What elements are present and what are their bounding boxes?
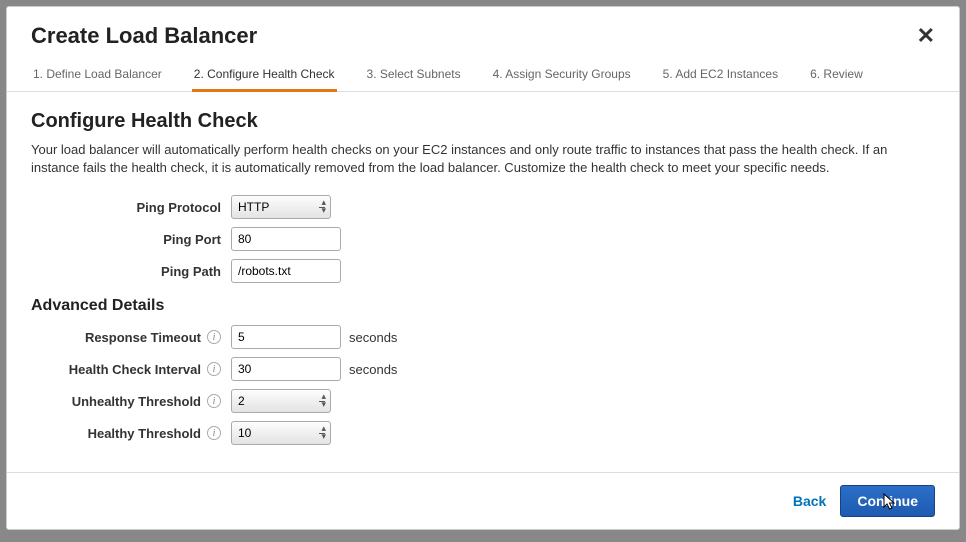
- unhealthy-threshold-select[interactable]: 2: [231, 389, 331, 413]
- row-ping-port: Ping Port: [31, 227, 935, 251]
- back-button[interactable]: Back: [793, 493, 826, 509]
- modal-header: Create Load Balancer ✕: [7, 7, 959, 61]
- tab-assign-security-groups[interactable]: 4. Assign Security Groups: [491, 61, 633, 91]
- label-healthy-threshold: Healthy Threshold i: [31, 426, 231, 441]
- ping-port-input[interactable]: [231, 227, 341, 251]
- label-unhealthy-threshold: Unhealthy Threshold i: [31, 394, 231, 409]
- health-check-interval-unit: seconds: [349, 362, 397, 377]
- section-description: Your load balancer will automatically pe…: [31, 141, 935, 177]
- unhealthy-threshold-select-wrap: 2 ▴▾: [231, 389, 331, 413]
- modal-footer: Back Continue: [7, 472, 959, 529]
- ping-protocol-select-wrap: HTTP ▴▾: [231, 195, 331, 219]
- row-health-check-interval: Health Check Interval i seconds: [31, 357, 935, 381]
- label-ping-protocol: Ping Protocol: [31, 200, 231, 215]
- ping-protocol-select[interactable]: HTTP: [231, 195, 331, 219]
- info-icon[interactable]: i: [207, 426, 221, 440]
- wizard-tabs: 1. Define Load Balancer 2. Configure Hea…: [7, 61, 959, 92]
- row-ping-path: Ping Path: [31, 259, 935, 283]
- label-ping-path: Ping Path: [31, 264, 231, 279]
- healthy-threshold-select[interactable]: 10: [231, 421, 331, 445]
- info-icon[interactable]: i: [207, 394, 221, 408]
- tab-add-ec2-instances[interactable]: 5. Add EC2 Instances: [661, 61, 780, 91]
- tab-configure-health-check[interactable]: 2. Configure Health Check: [192, 61, 337, 91]
- row-healthy-threshold: Healthy Threshold i 10 ▴▾: [31, 421, 935, 445]
- section-title: Configure Health Check: [31, 110, 935, 133]
- row-response-timeout: Response Timeout i seconds: [31, 325, 935, 349]
- continue-button[interactable]: Continue: [840, 485, 935, 517]
- response-timeout-unit: seconds: [349, 330, 397, 345]
- modal-content: Configure Health Check Your load balance…: [7, 92, 959, 472]
- row-unhealthy-threshold: Unhealthy Threshold i 2 ▴▾: [31, 389, 935, 413]
- label-ping-port: Ping Port: [31, 232, 231, 247]
- label-health-check-interval: Health Check Interval i: [31, 362, 231, 377]
- modal-title: Create Load Balancer: [31, 23, 257, 49]
- advanced-details-heading: Advanced Details: [31, 297, 935, 315]
- row-ping-protocol: Ping Protocol HTTP ▴▾: [31, 195, 935, 219]
- response-timeout-input[interactable]: [231, 325, 341, 349]
- close-icon[interactable]: ✕: [917, 25, 935, 47]
- label-response-timeout: Response Timeout i: [31, 330, 231, 345]
- ping-path-input[interactable]: [231, 259, 341, 283]
- info-icon[interactable]: i: [207, 362, 221, 376]
- tab-define-load-balancer[interactable]: 1. Define Load Balancer: [31, 61, 164, 91]
- healthy-threshold-select-wrap: 10 ▴▾: [231, 421, 331, 445]
- health-check-interval-input[interactable]: [231, 357, 341, 381]
- info-icon[interactable]: i: [207, 330, 221, 344]
- tab-review[interactable]: 6. Review: [808, 61, 865, 91]
- create-load-balancer-modal: Create Load Balancer ✕ 1. Define Load Ba…: [6, 6, 960, 530]
- tab-select-subnets[interactable]: 3. Select Subnets: [365, 61, 463, 91]
